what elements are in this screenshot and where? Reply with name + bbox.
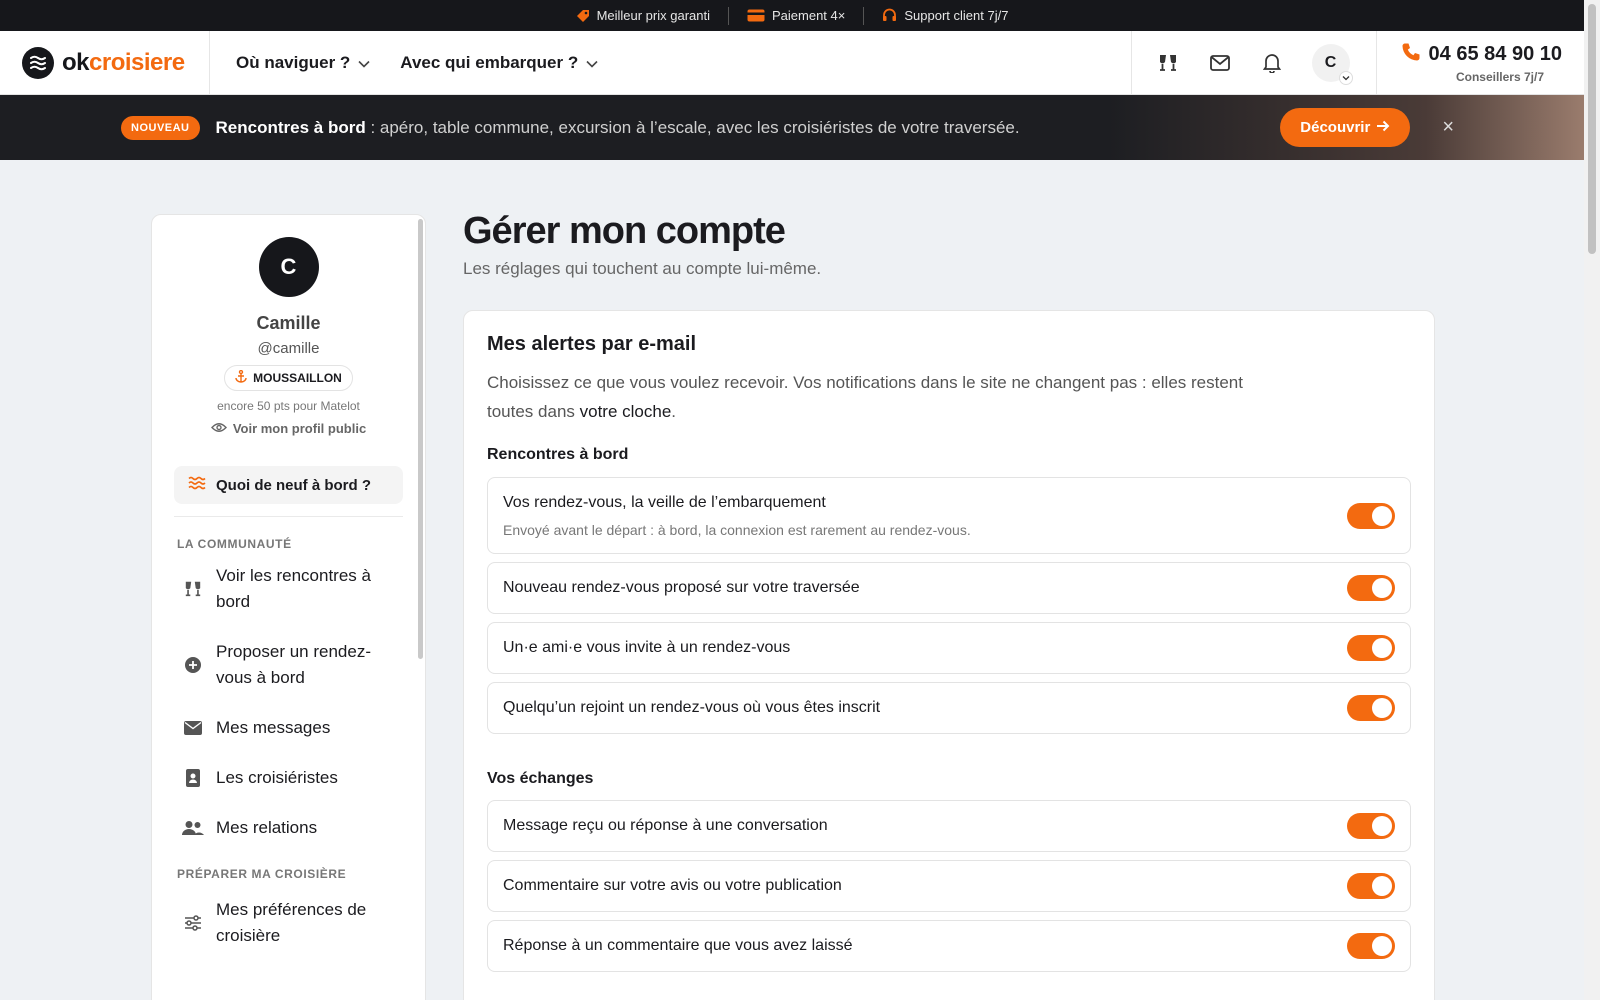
phone-icon	[1401, 42, 1421, 68]
alert-row: Un·e ami·e vous invite à un rendez-vous	[487, 622, 1411, 674]
mail-icon[interactable]	[1208, 51, 1232, 75]
chevron-down-icon	[1338, 70, 1353, 85]
alert-toggle[interactable]	[1347, 873, 1395, 899]
user-avatar-menu[interactable]: C	[1311, 43, 1353, 85]
promo-best-price: Meilleur prix garanti	[558, 8, 728, 23]
cheers-icon[interactable]	[1156, 51, 1180, 75]
alert-label: Commentaire sur votre avis ou votre publ…	[503, 877, 842, 894]
alert-label: Réponse à un commentaire que vous avez l…	[503, 937, 853, 954]
mail-icon	[182, 721, 204, 735]
phone-contact[interactable]: 04 65 84 90 10 Conseillers 7j/7	[1375, 31, 1584, 94]
scrollbar-thumb[interactable]	[1588, 4, 1596, 254]
anchor-icon	[235, 369, 247, 386]
alert-label: Nouveau rendez-vous proposé sur votre tr…	[503, 579, 860, 596]
contact-book-icon	[182, 769, 204, 787]
sidebar-item-cruise-preferences[interactable]: Mes préférences de croisière	[152, 897, 425, 949]
alert-toggle[interactable]	[1347, 635, 1395, 661]
sliders-icon	[182, 915, 204, 931]
main-nav: Où naviguer ? Avec qui embarquer ?	[210, 53, 1131, 73]
section-prepare-cruise: PRÉPARER MA CROISIÈRE	[177, 867, 347, 881]
plus-circle-icon	[182, 656, 204, 674]
sidebar-item-relations[interactable]: Mes relations	[152, 815, 425, 841]
alert-label: Un·e ami·e vous invite à un rendez-vous	[503, 639, 791, 656]
card-icon	[747, 9, 765, 22]
alert-toggle[interactable]	[1347, 813, 1395, 839]
promo-payment: Paiement 4×	[729, 8, 863, 23]
chevron-down-icon	[586, 53, 598, 73]
sidebar-item-messages[interactable]: Mes messages	[152, 715, 425, 741]
alert-row: Vos rendez-vous, la veille de l’embarque…	[487, 477, 1411, 554]
nav-where-to-sail[interactable]: Où naviguer ?	[236, 53, 370, 73]
alert-toggle[interactable]	[1347, 933, 1395, 959]
alert-row: Message reçu ou réponse à une conversati…	[487, 800, 1411, 852]
page-title: Gérer mon compte	[463, 210, 786, 252]
arrow-right-icon	[1376, 119, 1390, 136]
group-title-meetups: Rencontres à bord	[487, 446, 629, 463]
profile-name: Camille	[256, 313, 321, 333]
section-community: LA COMMUNAUTÉ	[177, 537, 292, 551]
alert-label: Vos rendez-vous, la veille de l’embarque…	[503, 493, 826, 511]
bell-icon[interactable]	[1260, 51, 1284, 75]
profile-summary: C Camille @camille MOUSSAILLON encore 50…	[152, 215, 425, 436]
site-header: okcroisiere Où naviguer ? Avec qui embar…	[0, 31, 1584, 95]
rank-progress-text: encore 50 pts pour Matelot	[217, 399, 360, 413]
promo-support: Support client 7j/7	[864, 8, 1026, 23]
alert-label: Message reçu ou réponse à une conversati…	[503, 817, 828, 834]
header-actions: C	[1130, 31, 1376, 94]
alert-row: Réponse à un commentaire que vous avez l…	[487, 920, 1411, 972]
chevron-down-icon	[358, 53, 370, 73]
alert-row: Quelqu’un rejoint un rendez-vous où vous…	[487, 682, 1411, 734]
alert-toggle[interactable]	[1347, 575, 1395, 601]
sidebar-item-cruisers[interactable]: Les croisiéristes	[152, 765, 425, 791]
alert-hint: Envoyé avant le départ : à bord, la conn…	[503, 521, 971, 538]
sidebar-scrollbar[interactable]	[418, 219, 423, 659]
alert-label: Quelqu’un rejoint un rendez-vous où vous…	[503, 699, 881, 716]
tag-icon	[576, 9, 590, 23]
whats-new-button[interactable]: Quoi de neuf à bord ?	[174, 466, 403, 504]
banner-text: Rencontres à bord : apéro, table commune…	[215, 117, 1020, 137]
brand-logo-link[interactable]: okcroisiere	[0, 31, 210, 94]
rank-badge: MOUSSAILLON	[224, 365, 353, 391]
alert-toggle[interactable]	[1347, 502, 1395, 529]
new-badge: NOUVEAU	[121, 115, 200, 140]
bell-link[interactable]: votre cloche	[580, 402, 672, 421]
alert-toggle[interactable]	[1347, 695, 1395, 721]
profile-handle: @camille	[257, 340, 320, 357]
headset-icon	[882, 8, 897, 23]
alert-row: Nouveau rendez-vous proposé sur votre tr…	[487, 562, 1411, 614]
account-sidebar: C Camille @camille MOUSSAILLON encore 50…	[151, 214, 426, 1000]
waves-icon	[188, 476, 206, 494]
brand-name: okcroisiere	[62, 48, 185, 76]
main-content: Gérer mon compte Les réglages qui touche…	[463, 210, 1435, 1000]
users-icon	[182, 820, 204, 836]
top-promo-strip: Meilleur prix garanti Paiement 4× Suppor…	[0, 0, 1584, 31]
group-title-exchanges: Vos échanges	[487, 770, 594, 787]
page-scrollbar[interactable]	[1584, 0, 1600, 1000]
discover-button[interactable]: Découvrir	[1280, 108, 1411, 147]
nav-who-to-board-with[interactable]: Avec qui embarquer ?	[400, 53, 598, 73]
sidebar-item-propose-meetup[interactable]: Proposer un rendez-vous à bord	[152, 639, 425, 691]
alert-row: Commentaire sur votre avis ou votre publ…	[487, 860, 1411, 912]
email-alerts-card: Mes alertes par e-mail Choisissez ce que…	[463, 310, 1435, 1000]
close-icon[interactable]: ×	[1442, 116, 1454, 139]
avatar: C	[258, 237, 319, 297]
sidebar-divider	[174, 516, 403, 517]
eye-icon	[210, 421, 227, 436]
card-description: Choisissez ce que vous voulez recevoir. …	[487, 373, 1243, 421]
view-public-profile-link[interactable]: Voir mon profil public	[152, 421, 425, 436]
sidebar-item-meetups[interactable]: Voir les rencontres à bord	[152, 563, 425, 615]
waves-logo-icon	[22, 46, 54, 79]
announcement-banner: NOUVEAU Rencontres à bord : apéro, table…	[0, 95, 1584, 160]
cheers-icon	[182, 580, 204, 598]
page-subtitle: Les réglages qui touchent au compte lui-…	[463, 259, 822, 278]
card-title: Mes alertes par e-mail	[487, 333, 696, 355]
